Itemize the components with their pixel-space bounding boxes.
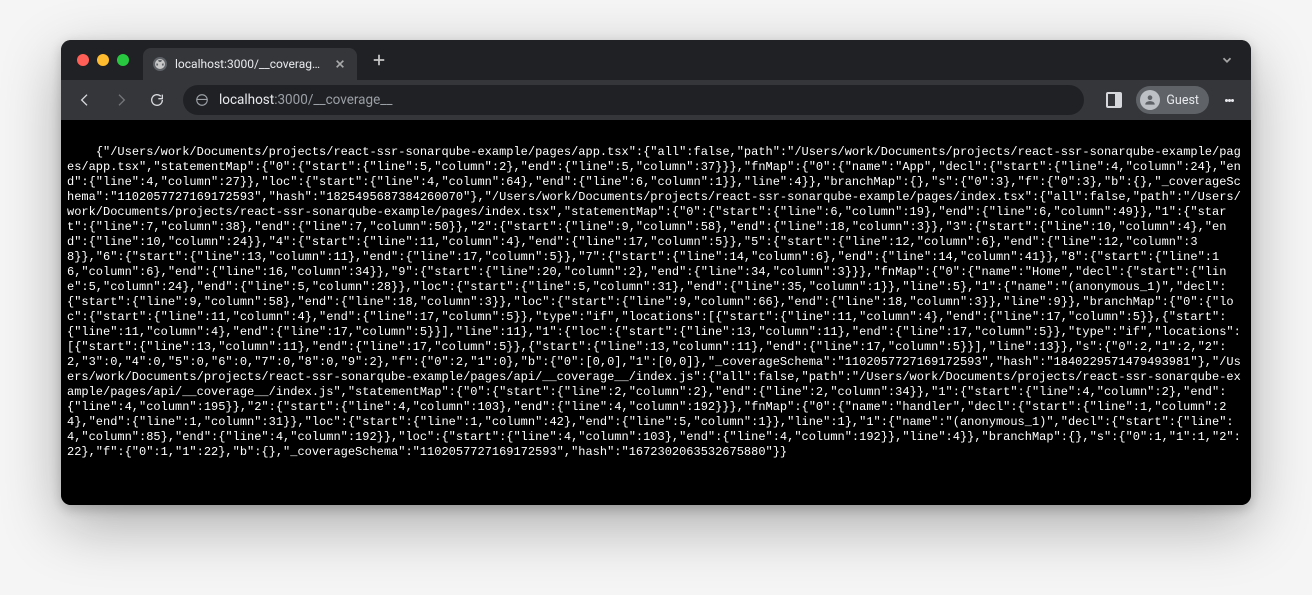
- close-window-button[interactable]: [77, 54, 89, 66]
- url-text: localhost:3000/__coverage__: [219, 92, 392, 108]
- side-panel-button[interactable]: [1098, 84, 1130, 116]
- chrome-menu-button[interactable]: [1215, 86, 1243, 114]
- close-tab-button[interactable]: [333, 57, 347, 71]
- page-content[interactable]: {"/Users/work/Documents/projects/react-s…: [61, 120, 1251, 505]
- address-bar[interactable]: localhost:3000/__coverage__: [183, 85, 1084, 115]
- avatar-icon: [1140, 90, 1160, 110]
- tablist-dropdown-button[interactable]: [1213, 46, 1241, 74]
- new-tab-button[interactable]: [365, 46, 393, 74]
- profile-button[interactable]: Guest: [1136, 86, 1209, 114]
- tab-title: localhost:3000/__coverage__: [175, 57, 325, 71]
- maximize-window-button[interactable]: [117, 54, 129, 66]
- profile-label: Guest: [1166, 93, 1199, 108]
- url-path: :3000/__coverage__: [274, 92, 392, 108]
- toolbar: localhost:3000/__coverage__ Guest: [61, 80, 1251, 120]
- coverage-json-text: {"/Users/work/Documents/projects/react-s…: [67, 145, 1241, 459]
- site-info-icon: [195, 93, 209, 107]
- reload-button[interactable]: [141, 84, 173, 116]
- minimize-window-button[interactable]: [97, 54, 109, 66]
- url-host: localhost: [219, 92, 274, 108]
- tab-strip: localhost:3000/__coverage__: [61, 40, 1251, 80]
- back-button[interactable]: [69, 84, 101, 116]
- toolbar-right: Guest: [1098, 84, 1243, 116]
- browser-tab[interactable]: localhost:3000/__coverage__: [143, 48, 357, 80]
- browser-window: localhost:3000/__coverage__ localhost:30…: [61, 40, 1251, 505]
- window-controls: [77, 54, 129, 66]
- forward-button[interactable]: [105, 84, 137, 116]
- side-panel-icon: [1106, 92, 1122, 108]
- globe-icon: [153, 57, 167, 71]
